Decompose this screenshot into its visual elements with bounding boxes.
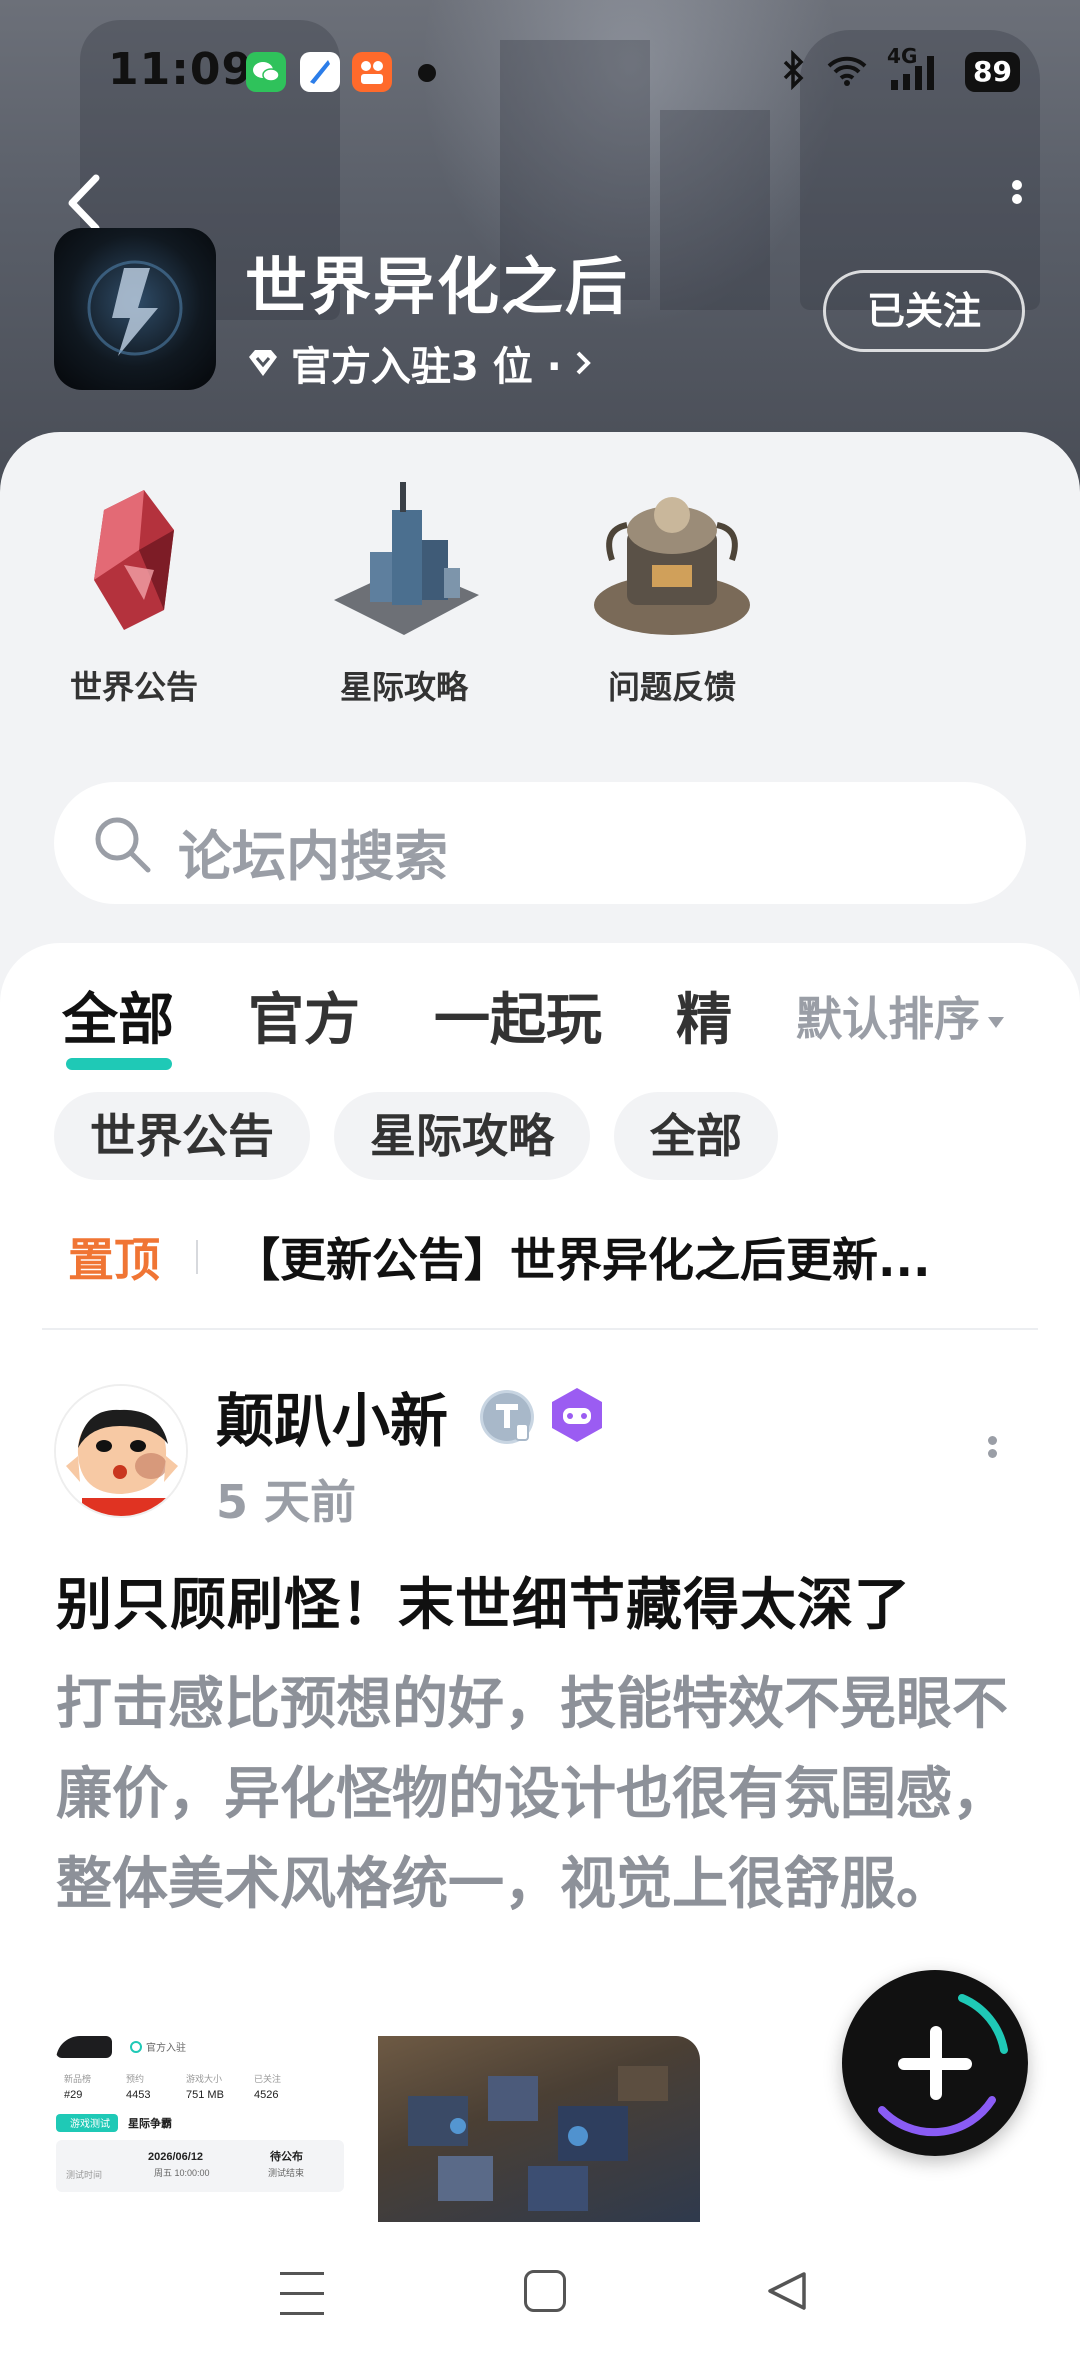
notification-dot bbox=[418, 64, 436, 82]
section-divider bbox=[42, 1328, 1038, 1330]
sort-label: 默认排序 bbox=[796, 992, 980, 1046]
pinned-title: 【更新公告】世界异化之后更新... bbox=[234, 1233, 931, 1287]
triangle-back-icon bbox=[768, 2272, 806, 2310]
create-post-button[interactable] bbox=[842, 1970, 1028, 2156]
status-time: 11:09 bbox=[108, 44, 254, 95]
avatar[interactable] bbox=[54, 1384, 188, 1518]
pinned-divider bbox=[196, 1240, 198, 1274]
official-members-link[interactable]: 官方入驻3 位 · bbox=[245, 334, 594, 392]
recent-apps-button[interactable] bbox=[280, 2272, 324, 2316]
network-type: 4G bbox=[887, 44, 918, 68]
shortcut-label: 问题反馈 bbox=[607, 668, 736, 706]
system-navigation-bar bbox=[0, 2222, 1080, 2373]
shortcut-strategy[interactable]: 星际攻略 bbox=[304, 470, 504, 708]
thumb-stat-label-2: 游戏大小 bbox=[186, 2073, 222, 2084]
tab-all[interactable]: 全部 bbox=[62, 975, 174, 1070]
feed-tabs: 全部 官方 一起玩 精 bbox=[62, 970, 806, 1070]
thumb-test-weekday: 周五 10:00:00 bbox=[154, 2168, 210, 2178]
thumb-stat-value-0: #29 bbox=[64, 2089, 82, 2101]
post-image-game-screenshot[interactable] bbox=[378, 2036, 700, 2222]
browser-icon bbox=[300, 52, 340, 92]
post-title[interactable]: 别只顾刷怪！末世细节藏得太深了 bbox=[56, 1560, 911, 1641]
bluetooth-icon bbox=[781, 49, 807, 94]
shortcut-world-announcement[interactable]: 世界公告 bbox=[34, 470, 234, 708]
chip-world-announcement[interactable]: 世界公告 bbox=[54, 1092, 310, 1180]
thumb-stat-value-3: 4526 bbox=[254, 2089, 278, 2101]
game-badge-icon bbox=[548, 1386, 606, 1444]
thumb-stat-value-2: 751 MB bbox=[186, 2089, 224, 2101]
search-icon bbox=[95, 817, 151, 873]
official-members-text: 官方入驻3 位 · bbox=[291, 344, 562, 390]
plus-icon bbox=[878, 1994, 1008, 2137]
post-more-button[interactable] bbox=[984, 1432, 1000, 1472]
thumb-test-status-sub: 测试结束 bbox=[268, 2167, 304, 2178]
shortcut-label: 世界公告 bbox=[69, 668, 198, 706]
diamond-heart-icon bbox=[249, 350, 277, 376]
thumb-stat-value-1: 4453 bbox=[126, 2089, 150, 2101]
app-icon bbox=[352, 52, 392, 92]
post-timestamp: 5 天前 bbox=[216, 1475, 357, 1529]
shortcut-feedback[interactable]: 问题反馈 bbox=[572, 470, 772, 708]
caret-down-icon bbox=[988, 1017, 1004, 1028]
forum-title: 世界异化之后 bbox=[245, 250, 630, 323]
chip-all[interactable]: 全部 bbox=[614, 1092, 778, 1180]
machine-icon bbox=[582, 470, 762, 650]
shortcut-row: 世界公告 星际攻略 问题反馈 bbox=[0, 470, 1080, 730]
thumb-official-label: 官方入驻 bbox=[146, 2041, 186, 2054]
level-badge-icon bbox=[480, 1390, 534, 1444]
thumb-test-date: 2026/06/12 bbox=[148, 2151, 203, 2163]
background-city-building bbox=[660, 110, 770, 310]
status-bar: 11:09 4G 89 bbox=[0, 40, 1080, 104]
pinned-tag: 置顶 bbox=[68, 1233, 160, 1287]
chevron-right-icon bbox=[576, 351, 591, 375]
wechat-icon bbox=[246, 52, 286, 92]
thumb-test-time-label: 测试时间 bbox=[66, 2169, 102, 2180]
tower-icon bbox=[314, 470, 494, 650]
thumb-test-tag: 游戏测试 bbox=[70, 2117, 110, 2130]
pinned-post[interactable]: 置顶 【更新公告】世界异化之后更新... bbox=[68, 1222, 1018, 1292]
category-chips: 世界公告 星际攻略 全部 bbox=[54, 1092, 778, 1180]
thumb-stat-label-3: 已关注 bbox=[254, 2073, 281, 2084]
tab-featured[interactable]: 精 bbox=[676, 975, 732, 1056]
forum-logo bbox=[54, 228, 216, 390]
system-back-button[interactable] bbox=[764, 2268, 810, 2314]
sort-dropdown[interactable]: 默认排序 bbox=[796, 983, 1004, 1049]
post-body[interactable]: 打击感比预想的好，技能特效不晃眼不廉价，异化怪物的设计也很有氛围感，整体美术风格… bbox=[56, 1660, 1016, 1930]
chip-strategy[interactable]: 星际攻略 bbox=[334, 1092, 590, 1180]
home-button[interactable] bbox=[524, 2270, 566, 2312]
tab-play-together[interactable]: 一起玩 bbox=[434, 975, 602, 1056]
wifi-icon bbox=[825, 50, 869, 94]
thumb-test-name: 星际争霸 bbox=[128, 2116, 172, 2130]
battery-icon: 89 bbox=[965, 52, 1020, 92]
signal-icon: 4G bbox=[887, 44, 947, 94]
post-image-game-info[interactable]: 官方入驻 新品榜 预约 游戏大小 已关注 #29 4453 751 MB 452… bbox=[56, 2036, 364, 2222]
thumb-stat-label-1: 预约 bbox=[126, 2073, 144, 2084]
post-author[interactable]: 颠趴小新 bbox=[216, 1374, 448, 1458]
forum-search-input[interactable]: 论坛内搜索 bbox=[54, 782, 1026, 904]
search-placeholder: 论坛内搜索 bbox=[178, 825, 448, 888]
thumb-test-status: 待公布 bbox=[269, 2149, 303, 2163]
more-options-button[interactable] bbox=[1002, 176, 1032, 226]
shortcut-label: 星际攻略 bbox=[339, 668, 468, 706]
tab-official[interactable]: 官方 bbox=[248, 975, 360, 1056]
follow-button[interactable]: 已关注 bbox=[823, 270, 1025, 352]
crystal-icon bbox=[44, 470, 224, 650]
status-right-group: 4G 89 bbox=[781, 44, 1020, 94]
thumb-stat-label-0: 新品榜 bbox=[64, 2073, 91, 2084]
